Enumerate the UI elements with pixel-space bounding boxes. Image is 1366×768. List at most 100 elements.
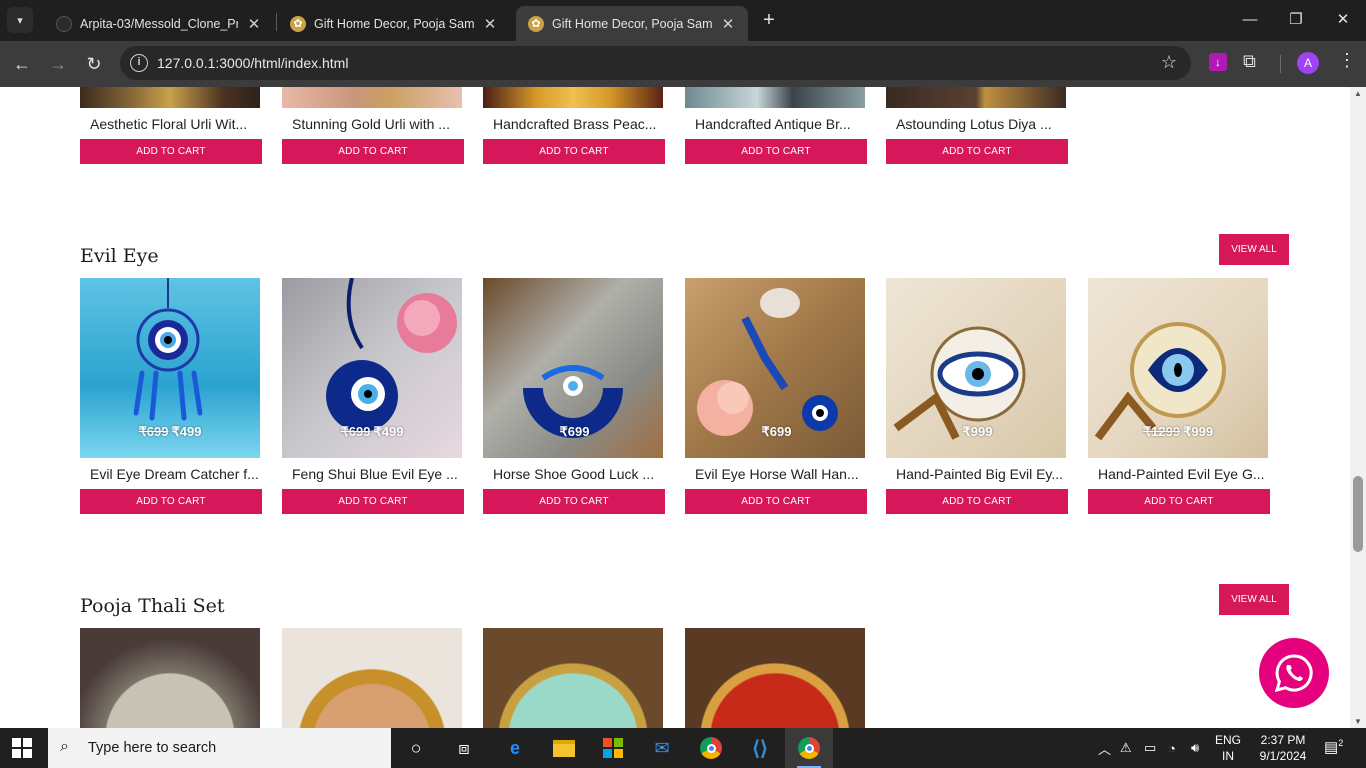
product-name[interactable]: Astounding Lotus Diya ... xyxy=(896,116,1068,132)
site-info-icon[interactable]: i xyxy=(130,54,148,72)
product-card[interactable]: Astounding Lotus Diya ... ADD TO CART xyxy=(886,87,1068,164)
view-all-evil-eye-button[interactable]: VIEW ALL xyxy=(1219,234,1289,265)
microsoft-store-icon[interactable] xyxy=(589,728,637,768)
more-menu-icon[interactable]: ⋮ xyxy=(1338,50,1356,71)
scrollbar-thumb[interactable] xyxy=(1353,476,1363,552)
product-card[interactable] xyxy=(685,628,867,728)
product-name[interactable]: Handcrafted Antique Br... xyxy=(695,116,867,132)
product-card[interactable]: ₹999 Hand-Painted Big Evil Ey... ADD TO … xyxy=(886,278,1068,514)
page-scrollbar[interactable]: ▲ ▼ xyxy=(1350,87,1366,728)
profile-avatar[interactable]: A xyxy=(1297,52,1319,74)
product-image[interactable] xyxy=(483,628,663,728)
forward-icon[interactable]: → xyxy=(44,50,72,78)
search-placeholder[interactable]: Type here to search xyxy=(88,740,216,756)
whatsapp-float-button[interactable] xyxy=(1259,638,1329,708)
taskbar-search-box[interactable]: ⌕ Type here to search xyxy=(48,728,391,768)
add-to-cart-button[interactable]: ADD TO CART xyxy=(282,139,464,164)
product-image[interactable]: ₹699 xyxy=(685,278,865,458)
product-card[interactable]: ₹1299 ₹999 Hand-Painted Evil Eye G... ADD… xyxy=(1088,278,1270,514)
product-name[interactable]: Aesthetic Floral Urli Wit... xyxy=(90,116,262,132)
product-name[interactable]: Stunning Gold Urli with ... xyxy=(292,116,464,132)
add-to-cart-button[interactable]: ADD TO CART xyxy=(1088,489,1270,514)
product-image[interactable] xyxy=(80,628,260,728)
add-to-cart-button[interactable]: ADD TO CART xyxy=(282,489,464,514)
close-tab-icon[interactable]: ✕ xyxy=(482,15,498,33)
product-image[interactable] xyxy=(886,87,1066,108)
product-image[interactable] xyxy=(282,87,462,108)
add-to-cart-button[interactable]: ADD TO CART xyxy=(886,489,1068,514)
product-image[interactable]: ₹699 ₹499 xyxy=(282,278,462,458)
view-all-pooja-thali-button[interactable]: VIEW ALL xyxy=(1219,584,1289,615)
tab-gift-home-decor[interactable]: ✿ Gift Home Decor, Pooja Samagri ✕ xyxy=(278,6,510,41)
show-hidden-icons-icon[interactable]: ︿ xyxy=(1098,728,1111,768)
add-to-cart-button[interactable]: ADD TO CART xyxy=(685,489,867,514)
chrome-profile-icon[interactable] xyxy=(785,728,833,768)
file-explorer-icon[interactable] xyxy=(540,728,588,768)
product-image[interactable]: ₹1299 ₹999 xyxy=(1088,278,1268,458)
new-tab-icon[interactable]: + xyxy=(758,9,780,31)
cortana-icon[interactable]: ○ xyxy=(392,728,440,768)
url-text[interactable]: 127.0.0.1:3000/html/index.html xyxy=(157,55,348,71)
product-name[interactable]: Horse Shoe Good Luck ... xyxy=(493,466,665,482)
download-extension-icon[interactable]: ↓ xyxy=(1209,53,1227,71)
product-image[interactable] xyxy=(685,628,865,728)
close-tab-icon[interactable]: ✕ xyxy=(246,15,262,33)
minimize-icon[interactable]: — xyxy=(1227,0,1273,41)
extensions-puzzle-icon[interactable]: ⧉ xyxy=(1243,51,1256,72)
scroll-down-arrow-icon[interactable]: ▼ xyxy=(1354,717,1362,726)
bookmark-star-icon[interactable]: ☆ xyxy=(1161,52,1177,73)
taskbar-clock[interactable]: 2:37 PM 9/1/2024 xyxy=(1252,732,1314,764)
add-to-cart-button[interactable]: ADD TO CART xyxy=(483,139,665,164)
back-icon[interactable]: ← xyxy=(8,50,36,78)
product-card[interactable]: ₹699 Evil Eye Horse Wall Han... ADD TO C… xyxy=(685,278,867,514)
tab-github[interactable]: Arpita-03/Messold_Clone_Proje ✕ xyxy=(44,6,274,41)
windows-start-icon[interactable] xyxy=(12,738,32,758)
task-view-icon[interactable]: ⧈ xyxy=(440,728,488,768)
add-to-cart-button[interactable]: ADD TO CART xyxy=(685,139,867,164)
scroll-up-arrow-icon[interactable]: ▲ xyxy=(1354,89,1362,98)
product-card[interactable] xyxy=(80,628,262,728)
product-image[interactable]: ₹699 ₹499 xyxy=(80,278,260,458)
product-name[interactable]: Evil Eye Dream Catcher f... xyxy=(90,466,262,482)
vscode-icon[interactable]: ⟨⟩ xyxy=(736,728,784,768)
product-image[interactable]: ₹699 xyxy=(483,278,663,458)
product-card[interactable]: ₹699 ₹499 Feng Shui Blue Evil Eye ... ADD… xyxy=(282,278,464,514)
volume-icon[interactable]: 🔊︎ xyxy=(1191,728,1199,768)
product-card[interactable]: ₹699 Horse Shoe Good Luck ... ADD TO CAR… xyxy=(483,278,665,514)
product-image[interactable] xyxy=(282,628,462,728)
address-bar[interactable]: i 127.0.0.1:3000/html/index.html ☆ xyxy=(120,46,1191,80)
product-name[interactable]: Handcrafted Brass Peac... xyxy=(493,116,665,132)
product-image[interactable] xyxy=(685,87,865,108)
product-card[interactable] xyxy=(282,628,464,728)
add-to-cart-button[interactable]: ADD TO CART xyxy=(483,489,665,514)
product-name[interactable]: Feng Shui Blue Evil Eye ... xyxy=(292,466,464,482)
chrome-icon[interactable] xyxy=(687,728,735,768)
product-image[interactable] xyxy=(483,87,663,108)
product-card[interactable]: Stunning Gold Urli with ... ADD TO CART xyxy=(282,87,464,164)
reload-icon[interactable]: ↻ xyxy=(80,50,108,78)
close-window-icon[interactable]: ✕ xyxy=(1320,0,1366,41)
product-card[interactable]: Aesthetic Floral Urli Wit... ADD TO CART xyxy=(80,87,262,164)
battery-icon[interactable]: ▭ xyxy=(1144,728,1156,768)
product-name[interactable]: Hand-Painted Evil Eye G... xyxy=(1098,466,1270,482)
product-image[interactable]: ₹999 xyxy=(886,278,1066,458)
product-card[interactable] xyxy=(483,628,665,728)
notification-center-icon[interactable]: ▤2 xyxy=(1324,738,1343,756)
product-name[interactable]: Evil Eye Horse Wall Han... xyxy=(695,466,867,482)
add-to-cart-button[interactable]: ADD TO CART xyxy=(80,139,262,164)
product-image[interactable] xyxy=(80,87,260,108)
add-to-cart-button[interactable]: ADD TO CART xyxy=(80,489,262,514)
product-card[interactable]: Handcrafted Antique Br... ADD TO CART xyxy=(685,87,867,164)
wifi-icon[interactable]: ◔ xyxy=(1168,728,1176,768)
product-card[interactable]: ₹699 ₹499 Evil Eye Dream Catcher f... ADD… xyxy=(80,278,262,514)
mail-icon[interactable]: ✉ xyxy=(638,728,686,768)
restore-icon[interactable]: ❐ xyxy=(1273,0,1319,41)
product-name[interactable]: Hand-Painted Big Evil Ey... xyxy=(896,466,1068,482)
language-indicator[interactable]: ENG IN xyxy=(1215,732,1241,764)
network-alert-icon[interactable]: ⚠ xyxy=(1120,728,1132,768)
tab-gift-home-decor-active[interactable]: ✿ Gift Home Decor, Pooja Samagri ✕ xyxy=(516,6,748,41)
tab-search-dropdown-icon[interactable]: ▾ xyxy=(7,7,33,33)
close-tab-icon[interactable]: ✕ xyxy=(720,15,736,33)
add-to-cart-button[interactable]: ADD TO CART xyxy=(886,139,1068,164)
product-card[interactable]: Handcrafted Brass Peac... ADD TO CART xyxy=(483,87,665,164)
